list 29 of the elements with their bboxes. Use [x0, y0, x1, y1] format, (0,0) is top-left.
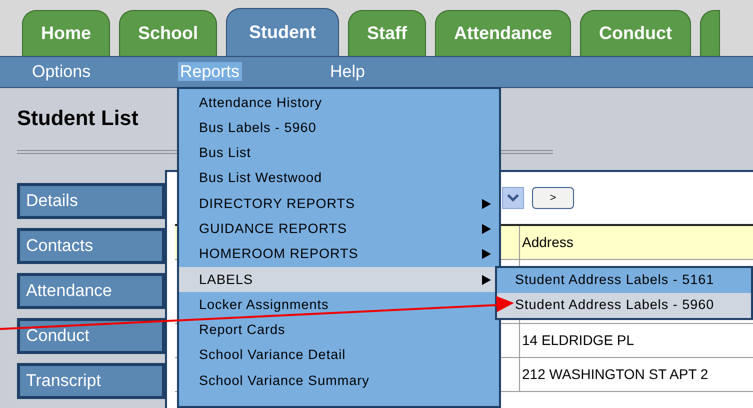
menu-item[interactable]: School Variance Detail	[179, 342, 499, 368]
menu-item[interactable]: Student Address Labels - 5161	[497, 268, 751, 293]
menu-item[interactable]: Locker Assignments	[179, 292, 499, 318]
menu-item[interactable]: Help	[328, 62, 367, 81]
menu-item[interactable]: Report Cards	[179, 318, 499, 343]
column-header: Address	[521, 233, 574, 252]
page-title: Student List	[17, 106, 138, 132]
menu-item[interactable]: Options	[30, 62, 93, 81]
next-button[interactable]: >	[532, 187, 574, 209]
tab[interactable]	[700, 10, 720, 56]
menu-item[interactable]: School Variance Summary	[179, 368, 499, 394]
side-button[interactable]: Contacts	[17, 228, 165, 264]
table-cell-text: 14 ELDRIDGE PL	[521, 331, 634, 350]
menu-item[interactable]: Bus List	[179, 140, 499, 166]
menu-item[interactable]: HOMEROOM REPORTS	[179, 242, 499, 268]
table-cell-text: 212 WASHINGTON ST APT 2	[521, 365, 708, 384]
dropdown-button[interactable]	[502, 187, 524, 209]
chevron-down-icon	[507, 194, 519, 202]
side-button[interactable]: Attendance	[17, 273, 165, 309]
menu-item[interactable]: Bus Labels - 5960	[179, 115, 499, 141]
menu-item[interactable]: Student Address Labels - 5960	[497, 293, 751, 318]
menu-item[interactable]: Attendance History	[179, 90, 499, 116]
tab[interactable]: Student	[226, 8, 340, 56]
menu-item[interactable]: Bus List Westwood	[179, 166, 499, 192]
side-button[interactable]: Transcript	[17, 363, 165, 399]
side-button[interactable]: Conduct	[17, 318, 165, 354]
side-button[interactable]: Details	[17, 183, 165, 219]
menu-item[interactable]: DIRECTORY REPORTS	[179, 191, 499, 216]
menu-item[interactable]: GUIDANCE REPORTS	[179, 216, 499, 242]
